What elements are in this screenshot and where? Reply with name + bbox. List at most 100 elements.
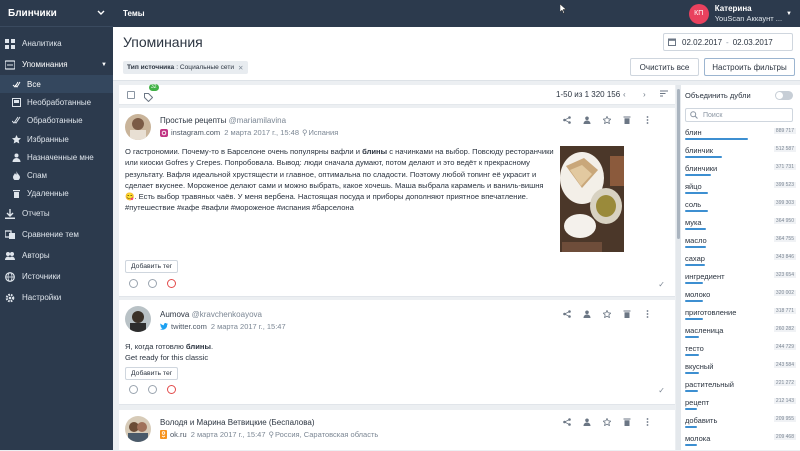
sentiment-positive-icon[interactable]: [129, 385, 138, 394]
date-from[interactable]: 02.02.2017: [682, 38, 722, 47]
keyword-count: 512 587: [773, 146, 796, 152]
source-site[interactable]: twitter.com: [171, 322, 207, 331]
add-tag-button[interactable]: Добавить тег: [125, 260, 179, 273]
keyword-item[interactable]: добавить 209 955: [685, 415, 796, 433]
keyword-item[interactable]: рецепт 212 143: [685, 397, 796, 415]
post-image[interactable]: [560, 146, 624, 252]
sentiment-neutral-icon[interactable]: [148, 385, 157, 394]
author-display-name: Володя и Марина Ветвицкие (Беспалова): [160, 418, 315, 427]
source-site[interactable]: ok.ru: [170, 430, 187, 439]
sidebar-item-authors[interactable]: Авторы: [0, 245, 113, 266]
keyword-item[interactable]: блин 889 717: [685, 127, 796, 145]
keyword-item[interactable]: масленица 260 282: [685, 325, 796, 343]
filter-chip[interactable]: Тип источника: Социальные сети ✕: [123, 61, 248, 74]
sentiment-negative-icon[interactable]: [167, 385, 176, 394]
double-check-icon: [12, 116, 21, 125]
author-name[interactable]: Володя и Марина Ветвицкие (Беспалова): [160, 418, 315, 427]
assign-icon[interactable]: [583, 418, 591, 426]
check-icon[interactable]: ✓: [658, 386, 665, 395]
keyword-label: соль: [685, 200, 702, 209]
sidebar-item-compare[interactable]: Сравнение тем: [0, 224, 113, 245]
author-name[interactable]: Aumova @kravchenkoayova: [160, 310, 262, 319]
sidebar-item-unprocessed[interactable]: Необработанные: [0, 93, 113, 111]
trash-icon[interactable]: [623, 116, 631, 124]
more-icon[interactable]: [643, 418, 651, 426]
assign-icon[interactable]: [583, 116, 591, 124]
more-icon[interactable]: [643, 116, 651, 124]
keyword-item[interactable]: молока 209 468: [685, 433, 796, 451]
star-icon[interactable]: [603, 418, 611, 426]
merge-duplicates-toggle[interactable]: [775, 91, 793, 100]
sidebar-item-sources[interactable]: Источники: [0, 266, 113, 287]
check-icon[interactable]: ✓: [658, 280, 665, 289]
trash-icon[interactable]: [623, 418, 631, 426]
tag-icon[interactable]: [144, 89, 154, 107]
keyword-item[interactable]: молоко 320 002: [685, 289, 796, 307]
sidebar-item-settings[interactable]: Настройки: [0, 287, 113, 308]
keyword-item[interactable]: вкусный 243 584: [685, 361, 796, 379]
sort-icon[interactable]: [660, 90, 668, 99]
keyword-item[interactable]: яйцо 399 523: [685, 181, 796, 199]
assign-icon[interactable]: [583, 310, 591, 318]
more-icon[interactable]: [643, 310, 651, 318]
sentiment-negative-icon[interactable]: [167, 279, 176, 288]
select-all-checkbox[interactable]: [127, 91, 135, 99]
star-icon[interactable]: [603, 116, 611, 124]
keyword-item[interactable]: растительный 221 272: [685, 379, 796, 397]
post-date[interactable]: 2 марта 2017 г., 15:47: [211, 322, 286, 331]
keyword-item[interactable]: блинчики 371 731: [685, 163, 796, 181]
date-to[interactable]: 02.03.2017: [733, 38, 773, 47]
theme-switcher[interactable]: Блинчики: [0, 0, 113, 27]
mention-card[interactable]: Володя и Марина Ветвицкие (Беспалова) ok…: [119, 410, 675, 450]
keyword-item[interactable]: масло 364 755: [685, 235, 796, 253]
post-date[interactable]: 2 марта 2017 г., 15:47: [191, 430, 266, 439]
clear-all-button[interactable]: Очистить все: [630, 58, 699, 76]
download-icon: [5, 208, 15, 219]
trash-icon[interactable]: [623, 310, 631, 318]
sidebar-item-assigned[interactable]: Назначенные мне: [0, 148, 113, 166]
post-text-segment: Я, когда готовлю: [125, 342, 186, 351]
sidebar-item-reports[interactable]: Отчеты: [0, 203, 113, 224]
next-page-icon[interactable]: ›: [643, 90, 646, 99]
source-site[interactable]: instagram.com: [171, 128, 220, 137]
keyword-item[interactable]: ингредиент 323 654: [685, 271, 796, 289]
sentiment-positive-icon[interactable]: [129, 279, 138, 288]
topbar-title[interactable]: Темы: [123, 9, 145, 18]
share-icon[interactable]: [563, 418, 571, 426]
keyword-item[interactable]: блинчик 512 587: [685, 145, 796, 163]
search-icon: [690, 111, 698, 119]
configure-filters-button[interactable]: Настроить фильтры: [704, 58, 795, 76]
keyword-item[interactable]: тесто 244 729: [685, 343, 796, 361]
post-location: Испания: [308, 128, 339, 137]
share-icon[interactable]: [563, 116, 571, 124]
add-tag-button[interactable]: Добавить тег: [125, 367, 179, 380]
keyword-item[interactable]: приготовление 318 771: [685, 307, 796, 325]
close-icon[interactable]: ✕: [238, 64, 244, 72]
keyword-search-input[interactable]: Поиск: [685, 108, 793, 122]
keyword-item[interactable]: мука 364 950: [685, 217, 796, 235]
sidebar-item-spam[interactable]: Спам: [0, 166, 113, 184]
share-icon[interactable]: [563, 310, 571, 318]
sidebar-item-all[interactable]: Все: [0, 75, 113, 94]
mention-card[interactable]: Aumova @kravchenkoayova twitter.com 2 ма…: [119, 300, 675, 405]
date-range-picker[interactable]: 02.02.2017 - 02.03.2017: [663, 33, 793, 51]
star-icon[interactable]: [603, 310, 611, 318]
sidebar-item-processed[interactable]: Обработанные: [0, 112, 113, 130]
sidebar-item-analytics[interactable]: Аналитика: [0, 33, 113, 54]
sidebar-item-favorites[interactable]: Избранные: [0, 130, 113, 148]
post-date[interactable]: 2 марта 2017 г., 15:48: [224, 128, 299, 137]
keyword-label: блин: [685, 128, 702, 137]
author-name[interactable]: Простые рецепты @mariamilavina: [160, 116, 286, 125]
sidebar-item-mentions[interactable]: Упоминания ▼: [0, 54, 113, 75]
keyword-frequency-bar: [685, 390, 698, 392]
keyword-item[interactable]: соль 399 303: [685, 199, 796, 217]
keyword-label: приготовление: [685, 308, 737, 317]
scrollbar-thumb[interactable]: [677, 89, 680, 239]
prev-page-icon[interactable]: ‹: [623, 90, 626, 99]
keyword-item[interactable]: сахар 343 846: [685, 253, 796, 271]
sidebar-item-deleted[interactable]: Удаленные: [0, 185, 113, 203]
sentiment-neutral-icon[interactable]: [148, 279, 157, 288]
mention-card[interactable]: Простые рецепты @mariamilavina instagram…: [119, 108, 675, 297]
sidebar-item-label: Обработанные: [27, 116, 83, 126]
user-menu[interactable]: КП Катерина YouScan Аккаунт ... ▼: [688, 0, 800, 27]
